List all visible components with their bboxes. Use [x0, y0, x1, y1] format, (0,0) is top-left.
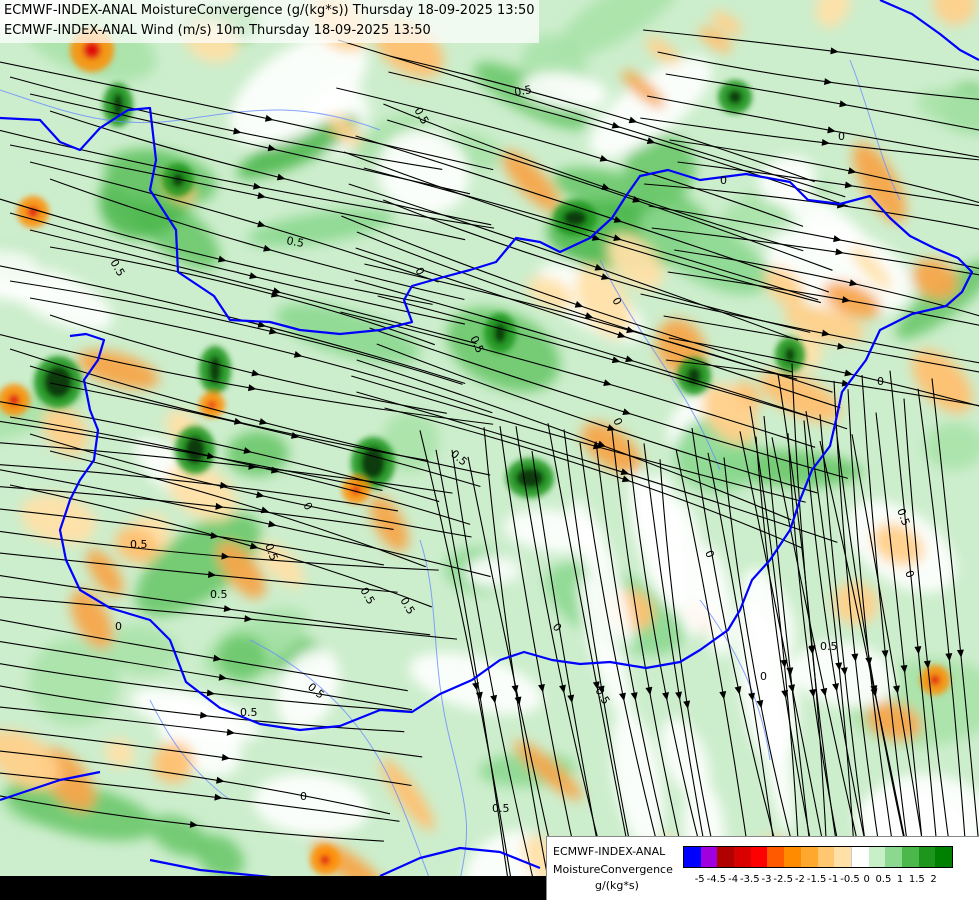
- title-wind: ECMWF-INDEX-ANAL Wind (m/s) 10m Thursday…: [4, 23, 431, 38]
- legend-swatch: [868, 847, 886, 867]
- legend-tick-label: -1: [828, 874, 839, 885]
- legend-tick-label: 1: [896, 874, 904, 885]
- legend-tick-label: -4: [728, 874, 739, 885]
- contour-label: 0: [300, 790, 307, 803]
- contour-label: 0.5: [240, 706, 258, 719]
- contour-label: 0.5: [130, 538, 148, 551]
- legend-swatch: [901, 847, 919, 867]
- field-peak: [494, 323, 506, 343]
- contour-label: 0: [838, 130, 845, 143]
- legend-ticks: -5 -4.5 -4 -3.5 -3 -2.5 -2 -1.5 -1 -0.5 0 0.5 1 1.5 2: [683, 874, 979, 888]
- field-peak: [44, 366, 72, 398]
- field-peak: [320, 855, 330, 865]
- legend-tick-label: 0: [863, 874, 870, 885]
- color-legend: ECMWF-INDEX-ANAL MoistureConvergence g/(…: [546, 836, 979, 900]
- legend-unit: g/(kg*s): [595, 879, 639, 892]
- legend-swatch: [935, 847, 952, 867]
- legend-color-bar: [683, 846, 953, 868]
- legend-tick-label: -0.5: [840, 874, 860, 885]
- legend-swatch: [717, 847, 735, 867]
- legend-tick-label: -1.5: [806, 874, 827, 885]
- legend-tick-label: -5: [694, 874, 705, 885]
- map-stage: 0.5 0.5 0.5 0.5 0.5 0 0 0 0 0 0.5 0 0.5 0.5 0 0.5 0 0.5 0.…: [0, 0, 979, 900]
- legend-swatch: [817, 847, 835, 867]
- legend-tick-label: -3: [761, 874, 772, 885]
- title-moisture: ECMWF-INDEX-ANAL MoistureConvergence (g/…: [4, 3, 535, 18]
- legend-swatch: [918, 847, 936, 867]
- legend-title-variable: MoistureConvergence: [553, 863, 673, 876]
- contour-label: 0: [720, 174, 727, 187]
- contour-label: 0: [760, 670, 767, 683]
- legend-tick-label: 0.5: [875, 874, 892, 885]
- field-peak: [83, 41, 101, 59]
- legend-tick-label: -2: [794, 874, 805, 885]
- legend-tick-label: -4.5: [706, 874, 727, 885]
- field-peak: [351, 485, 361, 495]
- contour-label: 0: [877, 375, 884, 388]
- legend-swatch: [850, 847, 869, 867]
- field-peak: [728, 90, 742, 104]
- map-title: ECMWF-INDEX-ANAL MoistureConvergence (g/…: [0, 0, 539, 43]
- legend-swatch: [885, 847, 902, 867]
- legend-tick-label: -3.5: [740, 874, 760, 885]
- legend-tick-label: 2: [930, 874, 937, 885]
- contour-label: 0.5: [492, 802, 510, 815]
- legend-tick-label: 1.5: [908, 874, 925, 885]
- legend-swatch: [834, 847, 851, 867]
- field-peak: [930, 675, 940, 685]
- legend-swatch: [750, 847, 768, 867]
- legend-swatch: [784, 847, 801, 867]
- contour-label: 0.5: [210, 588, 228, 601]
- contour-label: 0.5: [820, 640, 838, 653]
- contour-label: 0: [115, 620, 122, 633]
- field-peak: [687, 367, 701, 385]
- legend-swatch: [684, 847, 701, 867]
- legend-tick-label: -2.5: [773, 874, 793, 885]
- weather-map: 0.50.50.50.50.5000000.500.50.500.500.50.…: [0, 0, 979, 900]
- legend-swatch: [700, 847, 718, 867]
- field-peak: [516, 468, 544, 488]
- legend-swatch: [800, 847, 818, 867]
- legend-swatch: [767, 847, 785, 867]
- field-peak: [209, 356, 221, 384]
- legend-swatch: [734, 847, 751, 867]
- legend-title-model: ECMWF-INDEX-ANAL: [553, 845, 666, 858]
